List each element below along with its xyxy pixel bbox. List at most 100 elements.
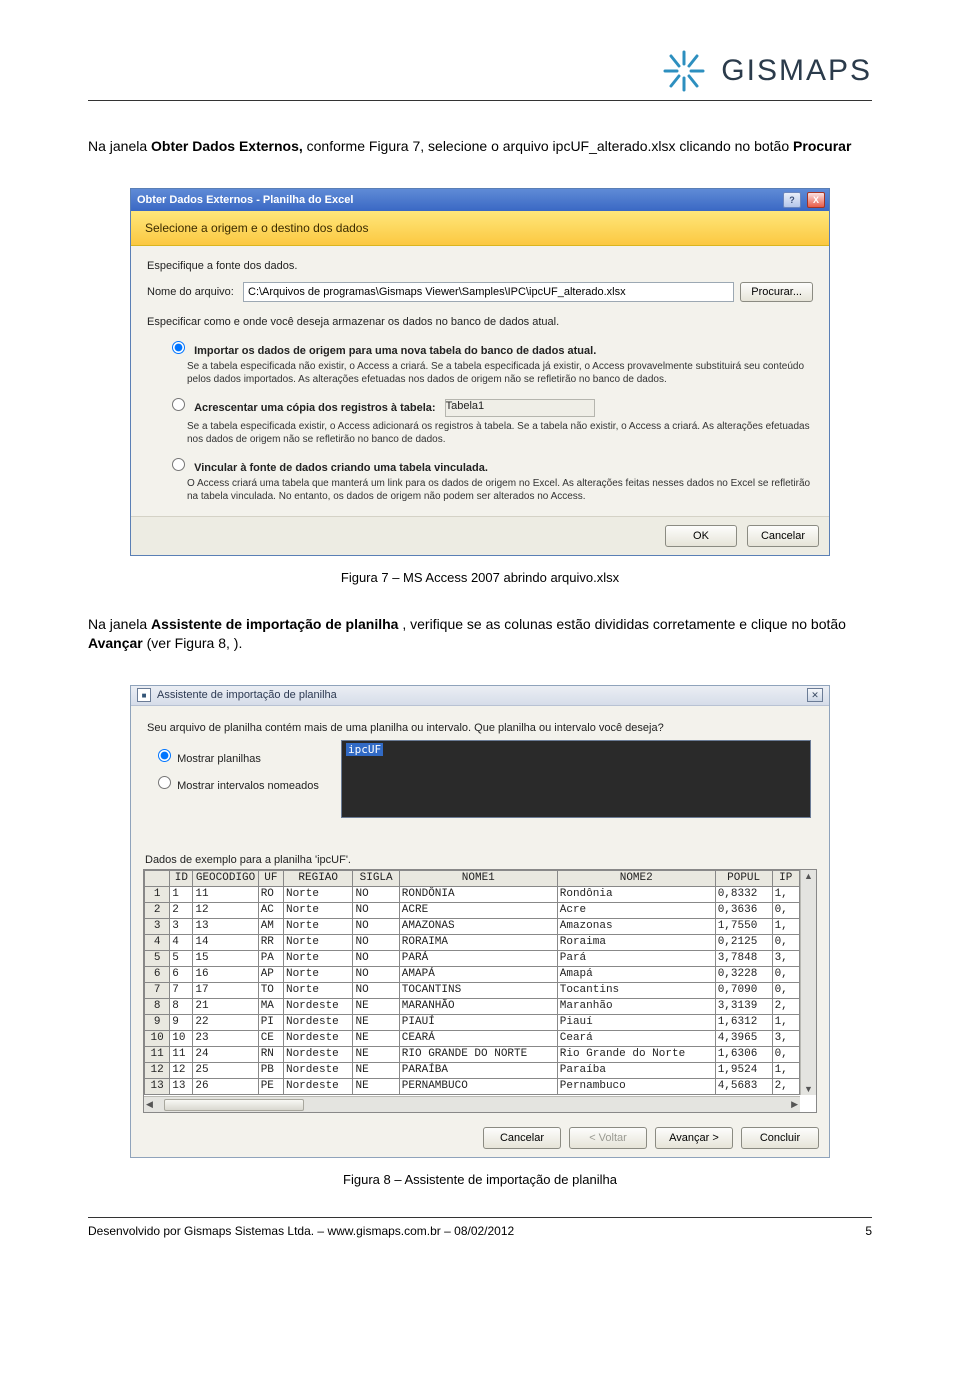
grid-cell[interactable]: 0,8332 [715,886,772,902]
table-row[interactable]: 5515PANorteNOPARÁPará3,78483, [145,950,800,966]
grid-cell[interactable]: AP [258,966,283,982]
row-header-col[interactable] [145,870,170,886]
grid-cell[interactable]: AMAPÁ [399,966,557,982]
grid-cell[interactable]: RIO GRANDE DO NORTE [399,1046,557,1062]
col-header[interactable]: SIGLA [353,870,399,886]
grid-cell[interactable]: Nordeste [283,1078,353,1094]
grid-cell[interactable]: PB [258,1062,283,1078]
col-header[interactable]: NOME1 [399,870,557,886]
grid-cell[interactable]: 15 [193,950,258,966]
grid-cell[interactable]: 13 [170,1078,193,1094]
row-number[interactable]: 1 [145,886,170,902]
close-icon[interactable]: ✕ [807,688,823,702]
col-header[interactable]: IP [772,870,799,886]
grid-cell[interactable]: NE [353,1062,399,1078]
grid-cell[interactable]: NE [353,1030,399,1046]
grid-cell[interactable]: RO [258,886,283,902]
grid-cell[interactable]: 4,5683 [715,1078,772,1094]
grid-cell[interactable]: MARANHÃO [399,998,557,1014]
table-row[interactable]: 101023CENordesteNECEARÁCeará4,39653, [145,1030,800,1046]
grid-cell[interactable]: PARÁ [399,950,557,966]
grid-cell[interactable]: 12 [193,902,258,918]
show-named-ranges-radio[interactable] [158,776,171,789]
grid-cell[interactable]: 0,7090 [715,982,772,998]
grid-cell[interactable]: 0, [772,934,799,950]
grid-cell[interactable]: 12 [170,1062,193,1078]
grid-cell[interactable]: Amapá [557,966,715,982]
grid-cell[interactable]: Nordeste [283,1014,353,1030]
table-row[interactable]: 6616APNorteNOAMAPÁAmapá0,32280, [145,966,800,982]
grid-cell[interactable]: 2, [772,998,799,1014]
grid-cell[interactable]: CEARÁ [399,1030,557,1046]
table-row[interactable]: 9922PINordesteNEPIAUÍPiauí1,63121, [145,1014,800,1030]
grid-cell[interactable]: 5 [170,950,193,966]
grid-cell[interactable]: 3 [170,918,193,934]
grid-cell[interactable]: PERNAMBUCO [399,1078,557,1094]
grid-cell[interactable]: TOCANTINS [399,982,557,998]
grid-cell[interactable]: NO [353,886,399,902]
grid-cell[interactable]: Norte [283,982,353,998]
grid-cell[interactable]: Norte [283,950,353,966]
grid-cell[interactable]: 24 [193,1046,258,1062]
vertical-scrollbar[interactable] [800,870,816,1095]
grid-cell[interactable]: Norte [283,966,353,982]
grid-cell[interactable]: 10 [170,1030,193,1046]
grid-cell[interactable]: 16 [193,966,258,982]
horizontal-scrollbar[interactable] [144,1096,800,1112]
grid-cell[interactable]: NO [353,966,399,982]
table-row[interactable]: 4414RRNorteNORORAIMARoraima0,21250, [145,934,800,950]
grid-cell[interactable]: TO [258,982,283,998]
grid-cell[interactable]: 1, [772,886,799,902]
grid-cell[interactable]: PA [258,950,283,966]
grid-cell[interactable]: RR [258,934,283,950]
grid-cell[interactable]: 21 [193,998,258,1014]
grid-cell[interactable]: PIAUÍ [399,1014,557,1030]
col-header[interactable]: POPUL [715,870,772,886]
grid-cell[interactable]: PARAÍBA [399,1062,557,1078]
wizard-cancel-button[interactable]: Cancelar [483,1127,561,1149]
table-row[interactable]: 7717TONorteNOTOCANTINSTocantins0,70900, [145,982,800,998]
wizard-back-button[interactable]: < Voltar [569,1127,647,1149]
grid-cell[interactable]: NE [353,1078,399,1094]
row-number[interactable]: 2 [145,902,170,918]
row-number[interactable]: 5 [145,950,170,966]
grid-cell[interactable]: Piauí [557,1014,715,1030]
grid-cell[interactable]: 11 [170,1046,193,1062]
grid-cell[interactable]: Rio Grande do Norte [557,1046,715,1062]
table-row[interactable]: 3313AMNorteNOAMAZONASAmazonas1,75501, [145,918,800,934]
grid-cell[interactable]: 11 [193,886,258,902]
dialog2-titlebar[interactable]: ■ Assistente de importação de planilha ✕ [131,686,829,706]
grid-cell[interactable]: RONDÔNIA [399,886,557,902]
grid-cell[interactable]: 1, [772,1014,799,1030]
row-number[interactable]: 13 [145,1078,170,1094]
grid-cell[interactable]: 6 [170,966,193,982]
opt-append-radio[interactable] [172,398,185,411]
grid-cell[interactable]: 0, [772,902,799,918]
grid-cell[interactable]: Nordeste [283,998,353,1014]
wizard-next-button[interactable]: Avançar > [655,1127,733,1149]
grid-cell[interactable]: 1 [170,886,193,902]
row-number[interactable]: 9 [145,1014,170,1030]
grid-cell[interactable]: Nordeste [283,1030,353,1046]
wizard-finish-button[interactable]: Concluir [741,1127,819,1149]
grid-cell[interactable]: 3, [772,950,799,966]
grid-cell[interactable]: 7 [170,982,193,998]
grid-cell[interactable]: 2, [772,1078,799,1094]
browse-button[interactable]: Procurar... [740,282,813,302]
col-header[interactable]: UF [258,870,283,886]
show-sheets-radio[interactable] [158,749,171,762]
row-number[interactable]: 7 [145,982,170,998]
grid-cell[interactable]: Ceará [557,1030,715,1046]
table-row[interactable]: 131326PENordesteNEPERNAMBUCOPernambuco4,… [145,1078,800,1094]
grid-cell[interactable]: Amazonas [557,918,715,934]
grid-cell[interactable]: 4,3965 [715,1030,772,1046]
grid-cell[interactable]: Nordeste [283,1062,353,1078]
grid-cell[interactable]: Pernambuco [557,1078,715,1094]
row-number[interactable]: 12 [145,1062,170,1078]
table-row[interactable]: 111124RNNordesteNERIO GRANDE DO NORTERio… [145,1046,800,1062]
grid-cell[interactable]: 0, [772,982,799,998]
grid-cell[interactable]: 13 [193,918,258,934]
grid-cell[interactable]: 0,2125 [715,934,772,950]
row-number[interactable]: 11 [145,1046,170,1062]
row-number[interactable]: 3 [145,918,170,934]
